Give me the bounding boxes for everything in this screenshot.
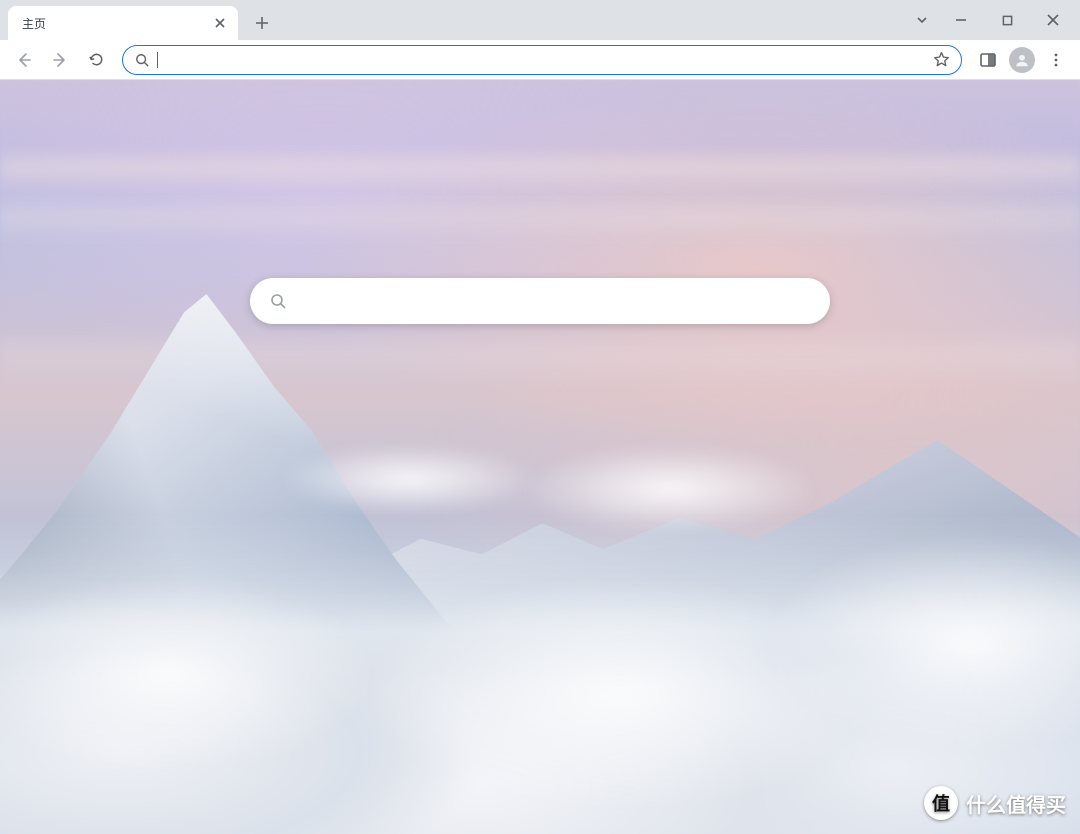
address-bar[interactable]	[122, 45, 962, 75]
profile-icon	[1009, 47, 1035, 73]
watermark: 值 什么值得买	[924, 786, 1066, 820]
background-cloud	[0, 574, 380, 774]
page-viewport: 值 什么值得买	[0, 80, 1080, 834]
watermark-text: 什么值得买	[966, 789, 1066, 818]
nav-back-button[interactable]	[8, 44, 40, 76]
ntp-search-box[interactable]	[250, 278, 830, 324]
browser-tab[interactable]: 主页	[8, 6, 238, 40]
plus-icon	[255, 16, 269, 30]
nav-forward-button[interactable]	[44, 44, 76, 76]
bookmark-button[interactable]	[929, 48, 953, 72]
browser-toolbar	[0, 40, 1080, 80]
search-icon	[270, 293, 286, 309]
search-icon	[135, 53, 149, 67]
ntp-search-input[interactable]	[300, 292, 810, 310]
background-cloud	[0, 150, 1080, 190]
tab-search-button[interactable]	[906, 4, 938, 36]
background-cloud	[760, 534, 1080, 754]
background-cloud	[280, 444, 540, 514]
browser-menu-button[interactable]	[1040, 44, 1072, 76]
tab-close-button[interactable]	[212, 15, 228, 31]
kebab-menu-icon	[1048, 52, 1064, 68]
background-cloud	[0, 200, 1080, 240]
watermark-badge: 值	[924, 786, 958, 820]
tab-strip: 主页	[0, 0, 1080, 40]
close-icon	[215, 18, 225, 28]
window-maximize-button[interactable]	[984, 4, 1030, 36]
nav-reload-button[interactable]	[80, 44, 112, 76]
window-close-button[interactable]	[1030, 4, 1076, 36]
star-icon	[933, 51, 950, 68]
chevron-down-icon	[915, 13, 929, 27]
minimize-icon	[955, 14, 967, 26]
profile-button[interactable]	[1006, 44, 1038, 76]
arrow-left-icon	[15, 51, 33, 69]
tab-title: 主页	[22, 15, 204, 32]
arrow-right-icon	[51, 51, 69, 69]
text-cursor	[157, 52, 158, 68]
window-minimize-button[interactable]	[938, 4, 984, 36]
reload-icon	[88, 51, 105, 68]
address-input[interactable]	[166, 46, 921, 74]
window-controls	[906, 0, 1076, 40]
side-panel-icon	[979, 51, 997, 69]
side-panel-button[interactable]	[972, 44, 1004, 76]
maximize-icon	[1002, 15, 1013, 26]
new-tab-button[interactable]	[248, 9, 276, 37]
close-icon	[1047, 14, 1059, 26]
